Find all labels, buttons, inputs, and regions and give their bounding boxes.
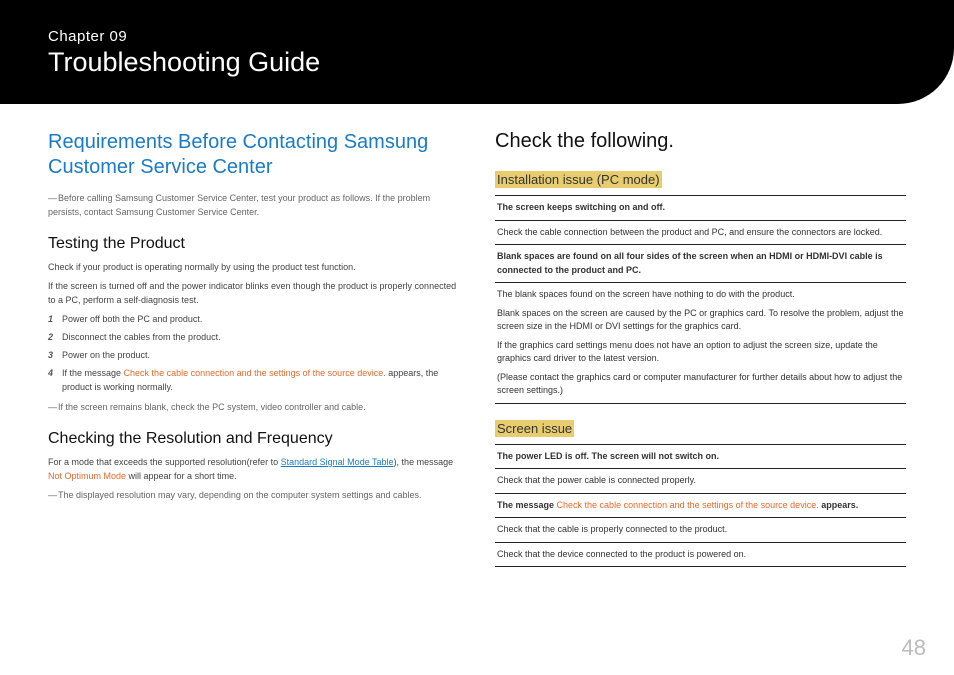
answer-line: The blank spaces found on the screen hav…	[497, 288, 904, 302]
page-number: 48	[902, 635, 926, 661]
note: ―If the screen remains blank, check the …	[48, 401, 459, 415]
subheading: Testing the Product	[48, 235, 459, 253]
ordered-steps: 1Power off both the PC and product. 2Dis…	[48, 313, 459, 395]
issue-question: Blank spaces are found on all four sides…	[495, 245, 906, 283]
step-text-pre: If the message	[62, 368, 124, 378]
list-item: 4 If the message Check the cable connect…	[48, 367, 459, 395]
subheading: Checking the Resolution and Frequency	[48, 430, 459, 448]
step-text: Power on the product.	[62, 350, 150, 360]
group-label: Installation issue (PC mode)	[495, 171, 906, 189]
step-text: Disconnect the cables from the product.	[62, 332, 221, 342]
answer-line: Blank spaces on the screen are caused by…	[497, 307, 904, 334]
note: ―The displayed resolution may vary, depe…	[48, 489, 459, 503]
section-heading: Check the following.	[495, 130, 906, 153]
list-item: 1Power off both the PC and product.	[48, 313, 459, 327]
text-mid: ), the message	[394, 457, 454, 467]
paragraph: For a mode that exceeds the supported re…	[48, 456, 459, 484]
issue-question: The screen keeps switching on and off.	[495, 196, 906, 221]
issue-question: The power LED is off. The screen will no…	[495, 445, 906, 470]
q-post: appears.	[819, 500, 859, 510]
paragraph: Check if your product is operating norma…	[48, 261, 459, 275]
issue-answer: Check that the power cable is connected …	[495, 469, 906, 494]
answer-line: If the graphics card settings menu does …	[497, 339, 904, 366]
message-text: Check the cable connection and the setti…	[124, 368, 386, 378]
text-pre: For a mode that exceeds the supported re…	[48, 457, 281, 467]
highlight-label: Screen issue	[495, 420, 574, 437]
issue-answer: The blank spaces found on the screen hav…	[495, 283, 906, 404]
issue-table: The power LED is off. The screen will no…	[495, 444, 906, 568]
issue-answer: Check that the device connected to the p…	[495, 543, 906, 568]
link-text[interactable]: Standard Signal Mode Table	[281, 457, 394, 467]
chapter-label: Chapter 09	[48, 28, 906, 45]
paragraph: If the screen is turned off and the powe…	[48, 280, 459, 308]
note: ―Before calling Samsung Customer Service…	[48, 192, 459, 219]
note-dash: ―	[48, 489, 58, 503]
group-label: Screen issue	[495, 420, 906, 438]
section-heading: Requirements Before Contacting Samsung C…	[48, 130, 459, 180]
text-post: will appear for a short time.	[126, 471, 237, 481]
note-text: The displayed resolution may vary, depen…	[58, 490, 422, 500]
message-text: Not Optimum Mode	[48, 471, 126, 481]
note-dash: ―	[48, 192, 58, 206]
left-column: Requirements Before Contacting Samsung C…	[48, 130, 459, 567]
answer-line: (Please contact the graphics card or com…	[497, 371, 904, 398]
issue-table: The screen keeps switching on and off. C…	[495, 195, 906, 404]
note-dash: ―	[48, 401, 58, 415]
list-item: 3Power on the product.	[48, 349, 459, 363]
message-text: Check the cable connection and the setti…	[557, 500, 819, 510]
note-text: If the screen remains blank, check the P…	[58, 402, 366, 412]
list-item: 2Disconnect the cables from the product.	[48, 331, 459, 345]
right-column: Check the following. Installation issue …	[495, 130, 906, 567]
page-header: Chapter 09 Troubleshooting Guide	[0, 0, 954, 104]
highlight-label: Installation issue (PC mode)	[495, 171, 662, 188]
note-text: Before calling Samsung Customer Service …	[48, 193, 430, 217]
issue-question: The message Check the cable connection a…	[495, 494, 906, 519]
issue-answer: Check the cable connection between the p…	[495, 221, 906, 246]
content: Requirements Before Contacting Samsung C…	[0, 104, 954, 567]
issue-answer: Check that the cable is properly connect…	[495, 518, 906, 543]
page-title: Troubleshooting Guide	[48, 47, 906, 78]
step-text: Power off both the PC and product.	[62, 314, 202, 324]
q-pre: The message	[497, 500, 557, 510]
